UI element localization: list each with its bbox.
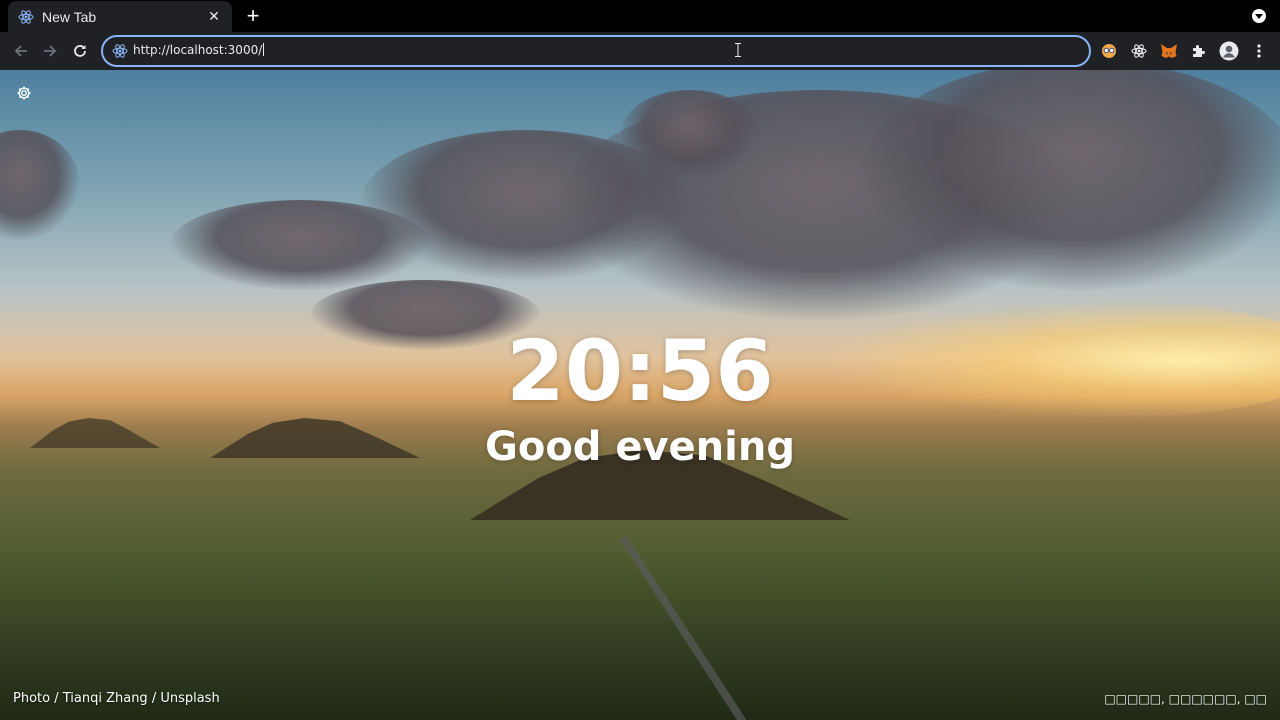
photo-location-text: □□□□□, □□□□□□, □□ bbox=[1104, 692, 1267, 706]
tab-strip: New Tab ✕ + bbox=[0, 0, 1280, 32]
forward-arrow-icon[interactable] bbox=[40, 41, 60, 61]
text-cursor-icon bbox=[735, 43, 741, 57]
new-tab-page: 20:56 Good evening Photo / Tianqi Zhang … bbox=[0, 70, 1280, 720]
settings-gear-icon[interactable] bbox=[16, 85, 32, 101]
tab-search-icon[interactable] bbox=[1252, 9, 1266, 23]
react-icon bbox=[18, 9, 34, 25]
address-bar[interactable]: http://localhost:3000/ bbox=[101, 35, 1091, 67]
tab-new-tab[interactable]: New Tab ✕ bbox=[8, 1, 232, 32]
road bbox=[620, 535, 747, 720]
greeting-text: Good evening bbox=[485, 424, 795, 470]
back-arrow-icon[interactable] bbox=[11, 41, 31, 61]
kebab-menu-icon[interactable] bbox=[1249, 41, 1269, 61]
browser-toolbar: http://localhost:3000/ bbox=[0, 32, 1280, 70]
new-tab-button[interactable]: + bbox=[243, 5, 263, 27]
tab-title: New Tab bbox=[42, 8, 97, 25]
reload-icon[interactable] bbox=[70, 41, 90, 61]
cloud bbox=[620, 90, 760, 180]
cloud bbox=[0, 130, 80, 240]
puzzle-extensions-icon[interactable] bbox=[1189, 41, 1209, 61]
react-devtools-icon[interactable] bbox=[1129, 41, 1149, 61]
cloud bbox=[170, 200, 430, 290]
clock-time: 20:56 bbox=[506, 322, 774, 420]
profile-avatar-icon[interactable] bbox=[1219, 41, 1239, 61]
photo-credit-link[interactable]: Photo / Tianqi Zhang / Unsplash bbox=[13, 691, 220, 706]
url-text[interactable]: http://localhost:3000/ bbox=[133, 43, 264, 59]
glasses-extension-icon[interactable] bbox=[1099, 41, 1119, 61]
metamask-fox-icon[interactable] bbox=[1159, 41, 1179, 61]
react-icon bbox=[112, 43, 128, 59]
tab-close-icon[interactable]: ✕ bbox=[206, 8, 222, 25]
